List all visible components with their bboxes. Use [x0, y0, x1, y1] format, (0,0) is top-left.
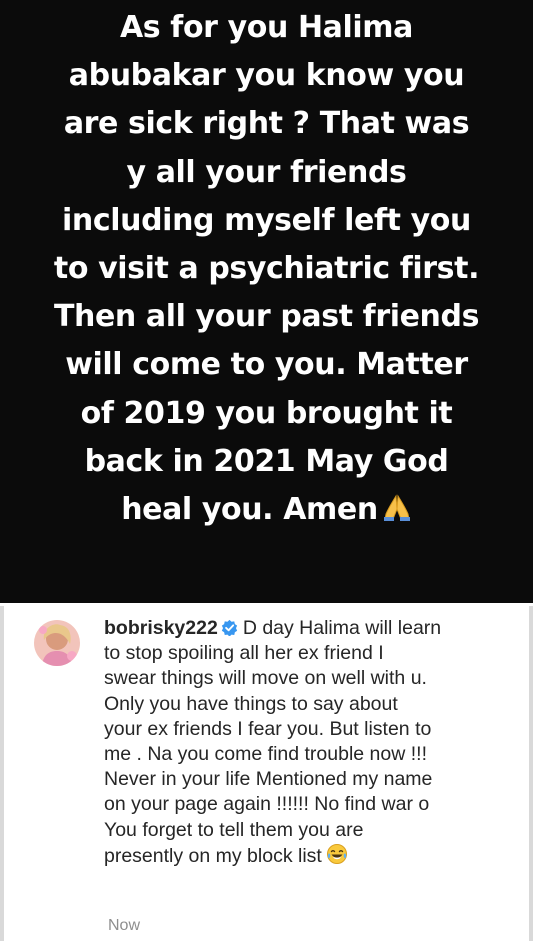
story-text-panel: As for you Halima abubakar you know you …	[0, 0, 533, 603]
comment-line: Never in your life Mentioned my name	[104, 768, 433, 791]
comment-line: Only you have things to say about	[104, 692, 398, 715]
story-line: are sick right ? That was	[63, 106, 470, 142]
comment-timestamp: Now	[108, 917, 141, 934]
folded-hands-icon	[383, 494, 410, 522]
story-line: Then all your past friends	[53, 299, 480, 335]
comment-first-line: bobrisky222 D day Halima will learn	[104, 616, 524, 641]
comment-line: presently on my block list	[104, 844, 322, 867]
comment-line: swear things will move on well with u.	[104, 667, 427, 690]
comment-line: me . Na you come find trouble now !!!	[104, 743, 427, 766]
avatar[interactable]	[34, 620, 80, 666]
comment-text: bobrisky222 D day Halima will learn to s…	[104, 616, 524, 869]
story-line: As for you Halima	[119, 10, 413, 45]
story-message: As for you Halima abubakar you know you …	[0, 0, 533, 534]
comment-line: to stop spoiling all her ex friend I	[104, 642, 384, 665]
comment-line: You forget to tell them you are	[104, 818, 364, 841]
story-line: to visit a psychiatric first.	[53, 251, 480, 287]
comment-line: on your page again !!!!!! No find war o	[104, 793, 430, 816]
story-line: of 2019 you brought it	[80, 395, 453, 431]
screenshot-root: As for you Halima abubakar you know you …	[0, 0, 533, 941]
comment-last-line: presently on my block list	[104, 843, 524, 869]
verified-badge-icon	[221, 619, 237, 636]
story-line: back in 2021 May God	[84, 443, 449, 479]
comment-username[interactable]: bobrisky222	[104, 617, 218, 639]
story-line: will come to you. Matter	[65, 347, 468, 383]
story-last-line: heal you. Amen	[6, 486, 527, 534]
comment-card: bobrisky222 D day Halima will learn to s…	[0, 606, 533, 941]
story-line: abubakar you know you	[68, 58, 465, 94]
tears-of-joy-icon	[326, 843, 347, 864]
comment-line: D day Halima will learn	[242, 617, 442, 639]
avatar-image	[34, 620, 80, 666]
story-line: including myself left you	[62, 202, 471, 238]
comment-line: your ex friends I fear you. But listen t…	[104, 717, 432, 740]
story-line: y all your friends	[126, 154, 407, 190]
story-line: heal you. Amen	[121, 492, 378, 528]
